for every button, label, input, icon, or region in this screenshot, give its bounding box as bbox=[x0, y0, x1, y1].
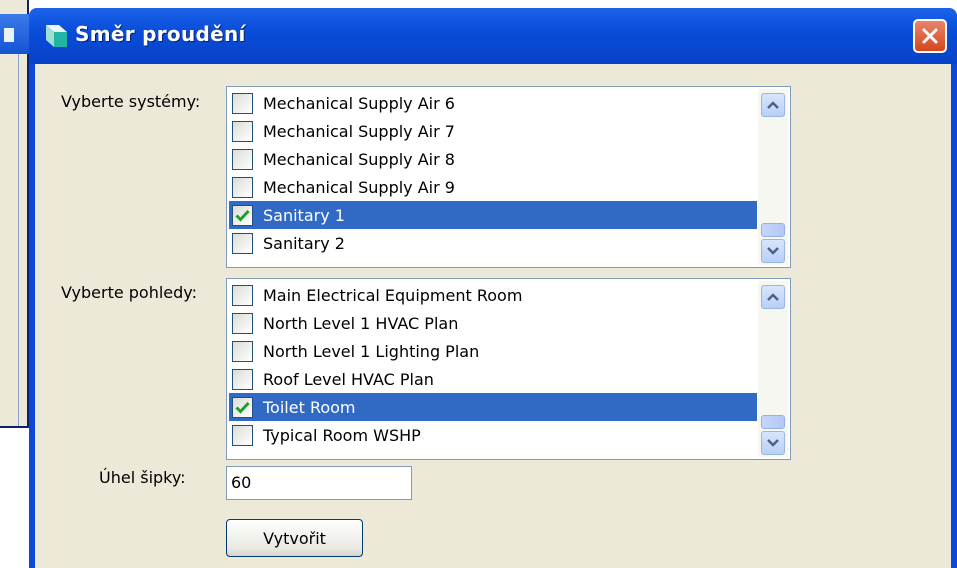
list-item-label: Sanitary 2 bbox=[263, 233, 345, 253]
list-item[interactable]: Roof Level HVAC Plan bbox=[229, 365, 757, 393]
list-item-label: Mechanical Supply Air 6 bbox=[263, 93, 455, 113]
views-scroll-thumb[interactable] bbox=[761, 415, 785, 429]
list-item[interactable]: Main Electrical Equipment Room bbox=[229, 281, 757, 309]
list-item-label: North Level 1 Lighting Plan bbox=[263, 341, 480, 361]
views-label: Vyberte pohledy: bbox=[61, 283, 197, 302]
dialog-window: Směr proudění Vyberte systémy: Mechanica… bbox=[29, 8, 957, 568]
close-icon bbox=[922, 28, 938, 44]
checkbox[interactable] bbox=[232, 232, 253, 254]
systems-scroll-down-button[interactable] bbox=[761, 239, 785, 263]
checkbox[interactable] bbox=[232, 148, 253, 170]
list-item-label: Mechanical Supply Air 8 bbox=[263, 149, 455, 169]
systems-scroll-up-button[interactable] bbox=[761, 93, 785, 117]
dialog-title: Směr proudění bbox=[75, 22, 246, 46]
systems-list: Mechanical Supply Air 6 Mechanical Supply… bbox=[229, 89, 757, 257]
checkmark-icon bbox=[235, 401, 250, 414]
list-item[interactable]: Mechanical Supply Air 7 bbox=[229, 117, 757, 145]
chevron-down-icon bbox=[767, 439, 779, 447]
views-listbox[interactable]: Main Electrical Equipment Room North Leve… bbox=[226, 278, 791, 460]
views-list: Main Electrical Equipment Room North Leve… bbox=[229, 281, 757, 449]
list-item[interactable]: Mechanical Supply Air 6 bbox=[229, 89, 757, 117]
list-item[interactable]: Sanitary 2 bbox=[229, 229, 757, 257]
chevron-up-icon bbox=[767, 293, 779, 301]
systems-listbox[interactable]: Mechanical Supply Air 6 Mechanical Supply… bbox=[226, 86, 791, 268]
app-logo-icon bbox=[46, 25, 67, 47]
list-item[interactable]: North Level 1 HVAC Plan bbox=[229, 309, 757, 337]
views-scroll-up-button[interactable] bbox=[761, 285, 785, 309]
chevron-up-icon bbox=[767, 101, 779, 109]
systems-scroll-thumb[interactable] bbox=[761, 223, 785, 237]
create-button[interactable]: Vytvořit bbox=[226, 519, 363, 557]
list-item-label: Roof Level HVAC Plan bbox=[263, 369, 434, 389]
checkbox[interactable] bbox=[232, 368, 253, 390]
list-item[interactable]: Sanitary 1 bbox=[229, 201, 757, 229]
list-item[interactable]: Toilet Room bbox=[229, 393, 757, 421]
list-item-label: Mechanical Supply Air 7 bbox=[263, 121, 455, 141]
views-scrollbar[interactable] bbox=[758, 281, 788, 457]
checkbox[interactable] bbox=[232, 424, 253, 446]
list-item-label: Mechanical Supply Air 9 bbox=[263, 177, 455, 197]
dialog-client-area: Vyberte systémy: Mechanical Supply Air 6… bbox=[35, 64, 951, 568]
arrow-angle-label: Úhel šipky: bbox=[99, 468, 186, 487]
close-button[interactable] bbox=[913, 19, 947, 53]
systems-scrollbar[interactable] bbox=[758, 89, 788, 265]
checkbox[interactable] bbox=[232, 176, 253, 198]
checkbox-checked[interactable] bbox=[232, 204, 253, 226]
checkbox[interactable] bbox=[232, 340, 253, 362]
list-item[interactable]: North Level 1 Lighting Plan bbox=[229, 337, 757, 365]
checkmark-icon bbox=[235, 209, 250, 222]
list-item-label: Main Electrical Equipment Room bbox=[263, 285, 523, 305]
background-app-icon bbox=[4, 28, 14, 42]
list-item-label: North Level 1 HVAC Plan bbox=[263, 313, 459, 333]
list-item[interactable]: Typical Room WSHP bbox=[229, 421, 757, 449]
arrow-angle-input[interactable]: 60 bbox=[226, 466, 412, 500]
list-item[interactable]: Mechanical Supply Air 9 bbox=[229, 173, 757, 201]
chevron-down-icon bbox=[767, 247, 779, 255]
checkbox[interactable] bbox=[232, 312, 253, 334]
checkbox[interactable] bbox=[232, 284, 253, 306]
dialog-titlebar[interactable]: Směr proudění bbox=[29, 8, 957, 64]
checkbox[interactable] bbox=[232, 120, 253, 142]
list-item-label: Toilet Room bbox=[263, 397, 356, 417]
checkbox[interactable] bbox=[232, 92, 253, 114]
list-item[interactable]: Mechanical Supply Air 8 bbox=[229, 145, 757, 173]
list-item-label: Sanitary 1 bbox=[263, 205, 345, 225]
views-scroll-down-button[interactable] bbox=[761, 431, 785, 455]
background-window-frame bbox=[18, 54, 29, 426]
checkbox-checked[interactable] bbox=[232, 396, 253, 418]
list-item-label: Typical Room WSHP bbox=[263, 425, 421, 445]
background-window bbox=[0, 0, 29, 428]
systems-label: Vyberte systémy: bbox=[61, 92, 201, 111]
